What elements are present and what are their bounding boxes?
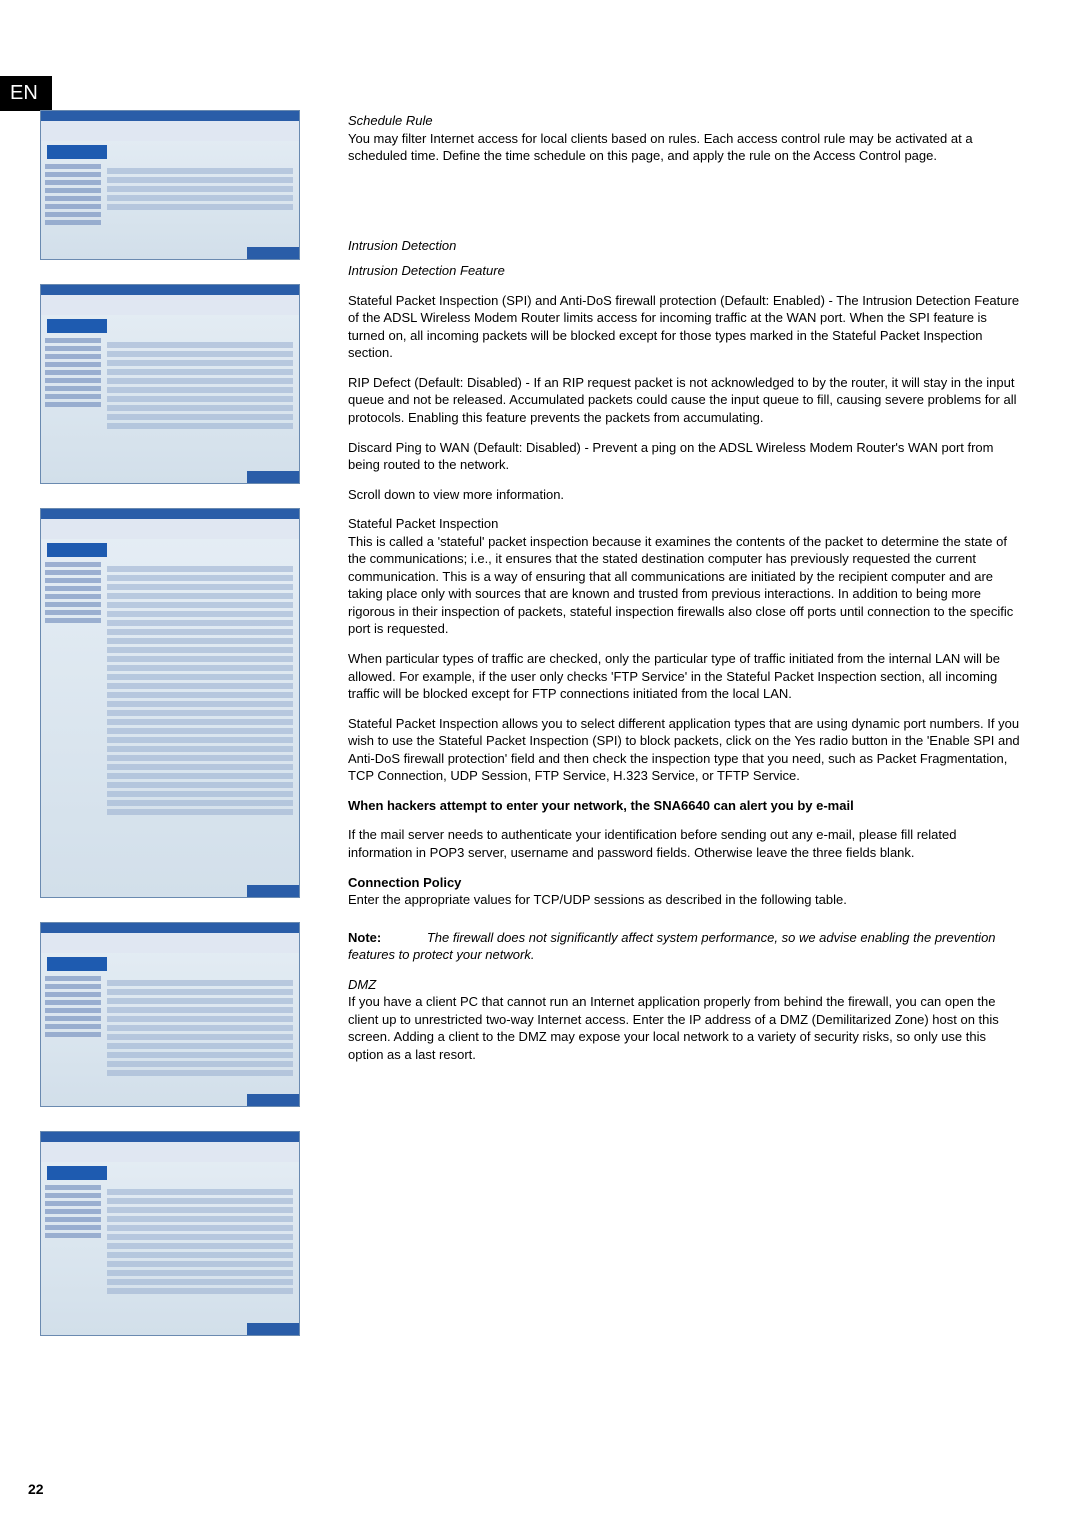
heading-schedule-rule: Schedule Rule <box>348 112 1020 130</box>
paragraph-connection-policy: Enter the appropriate values for TCP/UDP… <box>348 891 1020 909</box>
paragraph-scroll-hint: Scroll down to view more information. <box>348 486 1020 504</box>
page-content: Schedule Rule You may filter Internet ac… <box>40 110 1020 1487</box>
screenshot-connection-policy <box>40 922 300 1107</box>
subheading-intrusion-feature: Intrusion Detection Feature <box>348 262 1020 280</box>
heading-stateful-inspection: Stateful Packet Inspection <box>348 515 1020 533</box>
screenshot-schedule-rule <box>40 110 300 260</box>
paragraph-spi-explain: This is called a 'stateful' packet inspe… <box>348 533 1020 638</box>
body-schedule-rule: You may filter Internet access for local… <box>348 130 1020 165</box>
heading-connection-policy: Connection Policy <box>348 874 1020 892</box>
screenshot-column <box>40 110 320 1487</box>
paragraph-spi-apps: Stateful Packet Inspection allows you to… <box>348 715 1020 785</box>
page-number: 22 <box>28 1481 44 1497</box>
paragraph-mail-auth: If the mail server needs to authenticate… <box>348 826 1020 861</box>
heading-dmz: DMZ <box>348 976 1020 994</box>
note-label: Note: <box>348 930 381 945</box>
heading-intrusion-detection: Intrusion Detection <box>348 237 1020 255</box>
section-schedule-rule: Schedule Rule You may filter Internet ac… <box>348 112 1020 165</box>
paragraph-discard-ping: Discard Ping to WAN (Default: Disabled) … <box>348 439 1020 474</box>
paragraph-spi-traffic: When particular types of traffic are che… <box>348 650 1020 703</box>
screenshot-stateful-inspection <box>40 508 300 898</box>
body-dmz: If you have a client PC that cannot run … <box>348 993 1020 1063</box>
language-badge: EN <box>0 76 52 111</box>
paragraph-spi-default: Stateful Packet Inspection (SPI) and Ant… <box>348 292 1020 362</box>
section-dmz: DMZ If you have a client PC that cannot … <box>348 976 1020 1064</box>
heading-hacker-alert: When hackers attempt to enter your netwo… <box>348 797 1020 815</box>
text-column: Schedule Rule You may filter Internet ac… <box>348 110 1020 1487</box>
section-intrusion-detection: Intrusion Detection Intrusion Detection … <box>348 237 1020 964</box>
paragraph-rip-defect: RIP Defect (Default: Disabled) - If an R… <box>348 374 1020 427</box>
screenshot-dmz <box>40 1131 300 1336</box>
note-firewall: Note: The firewall does not significantl… <box>348 929 1020 964</box>
screenshot-intrusion-detection <box>40 284 300 484</box>
